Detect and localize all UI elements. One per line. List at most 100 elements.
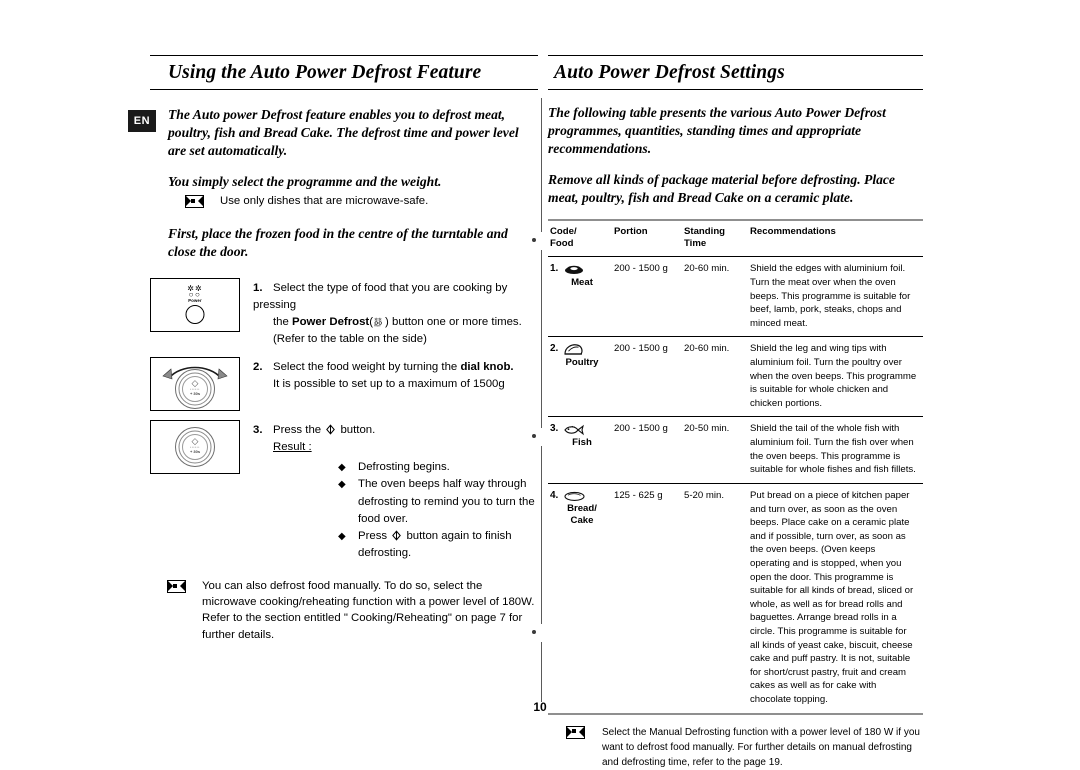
result-item-text: The oven beeps half way through defrosti… — [358, 478, 535, 525]
illustration-dial-knob-rotating: ◇ •••••• + 30s — [150, 357, 240, 412]
manual-page: EN Using the Auto Power Defrost Feature … — [0, 0, 1080, 768]
code-number: 1. — [550, 263, 559, 275]
table-row: 2. Poultry 200 - 1500 g 20-60 min. Shiel… — [548, 336, 923, 418]
right-section-heading: Auto Power Defrost Settings — [548, 55, 923, 90]
table-row: 3. Fish 200 - 1500 g 20-50 min. Shield t… — [548, 416, 923, 484]
cell-portion: 125 - 625 g — [612, 483, 682, 715]
cell-recommendation: Shield the edges with aluminium foil. Tu… — [748, 256, 923, 338]
note-microwave-safe: Use only dishes that are microwave-safe. — [150, 193, 538, 209]
left-section-heading: Using the Auto Power Defrost Feature — [150, 55, 538, 90]
step-3-result-label: Result : — [273, 441, 312, 454]
svg-text:✲✲: ✲✲ — [374, 317, 382, 322]
code-food-name-line2: Cake — [570, 515, 594, 527]
cell-portion: 200 - 1500 g — [612, 336, 682, 418]
start-button-inline-icon-2 — [392, 530, 402, 541]
step-row-1: ✲✲ ○○ Power 1. Select the type of food tha… — [150, 277, 538, 348]
step-3-line1-suffix: button. — [337, 424, 376, 437]
diamond-bullet-icon: ◆ — [338, 462, 346, 474]
diamond-bullet-icon: ◆ — [338, 530, 346, 542]
svg-text:Power: Power — [374, 324, 381, 326]
envelope-note-icon — [168, 193, 220, 209]
column-header-code-food: Code/ Food — [548, 219, 612, 258]
cell-code-meat: 1. Meat — [548, 256, 612, 338]
diamond-bullet-icon: ◆ — [338, 479, 346, 491]
code-food-name-line1: Bread/ — [567, 503, 597, 515]
step-3-results-list: ◆ Defrosting begins. ◆ The oven beeps half… — [338, 459, 538, 562]
right-intro-paragraph-2: Remove all kinds of package material bef… — [548, 172, 895, 206]
dial-knob-start-icon: ◇ •••••• + 30s — [175, 427, 215, 468]
bread-icon — [564, 491, 585, 501]
code-number: 3. — [550, 423, 559, 435]
table-header-row: Code/ Food Portion Standing Time Recomme… — [548, 219, 923, 258]
start-button-inline-icon — [326, 424, 336, 435]
cell-recommendation: Shield the leg and wing tips with alumin… — [748, 336, 923, 418]
envelope-note-icon-3 — [548, 725, 602, 739]
table-row: 4. Bread/ Cake 125 - 625 g 5-20 min. Put… — [548, 483, 923, 715]
column-header-portion: Portion — [612, 219, 682, 258]
right-intro-paragraph-1: The following table presents the various… — [548, 105, 886, 157]
header-code-line2: Food — [550, 238, 574, 250]
cell-code-poultry: 2. Poultry — [548, 336, 612, 418]
code-number: 4. — [550, 489, 559, 501]
table-row: 1. Meat 200 - 1500 g 20-60 min. Shield t… — [548, 256, 923, 338]
header-standing-line2: Time — [684, 238, 707, 250]
illustration-dial-start-button: ◇ •••••• + 30s — [150, 420, 240, 475]
page-number: 10 — [533, 700, 547, 714]
power-defrost-bold: Power Defrost — [292, 315, 370, 328]
header-code-line1: Code/ — [550, 226, 577, 238]
power-dots-icon: ✲✲ ○○ — [187, 283, 203, 299]
step-2-number: 2. — [253, 361, 263, 374]
envelope-note-icon-2 — [150, 578, 202, 593]
dial-knob-icon: ◇ •••••• + 30s — [175, 369, 215, 410]
code-top-poultry: 2. — [550, 342, 606, 356]
meat-icon — [565, 266, 584, 275]
power-button-glyph: ✲✲ ○○ Power — [187, 283, 203, 303]
code-top-meat: 1. — [550, 262, 606, 276]
code-food-name: Poultry — [565, 356, 599, 368]
cell-portion: 200 - 1500 g — [612, 416, 682, 484]
note-microwave-safe-text: Use only dishes that are microwave-safe. — [220, 195, 429, 208]
step-1-line1: Select the type of food that you are coo… — [253, 281, 508, 311]
dial-inner-face-2: ◇ •••••• + 30s — [184, 436, 206, 458]
code-top-fish: 3. — [550, 422, 606, 436]
center-divider — [532, 98, 543, 702]
power-label: Power — [188, 297, 202, 303]
power-defrost-inline-icon: ✲✲ Power — [374, 317, 382, 327]
cell-code-fish: 3. Fish — [548, 416, 612, 484]
step-2-line1-prefix: Select the food weight by turning the — [273, 361, 461, 374]
cell-code-bread-cake: 4. Bread/ Cake — [548, 483, 612, 715]
step-1-line2-suffix: button one or more times. — [388, 315, 522, 328]
left-intro-paragraph-1: The Auto power Defrost feature enables y… — [168, 107, 519, 159]
result-item: ◆ Press button again to finish defrosting… — [338, 528, 538, 562]
poultry-icon — [564, 344, 583, 355]
step-2-line2: It is possible to set up to a maximum of… — [273, 378, 505, 391]
code-food-name: Fish — [572, 436, 592, 448]
result-item-text-3: Press button again to finish defrosting. — [358, 529, 512, 559]
dial-30s-label: + 30s — [189, 391, 201, 397]
dial-knob-bold: dial knob. — [460, 361, 514, 374]
left-intro-paragraph-2: You simply select the programme and the … — [168, 174, 442, 190]
dial-30s-label-2: + 30s — [189, 449, 201, 455]
step-1-line2: the Power Defrost(✲✲ Power) button one or… — [273, 315, 522, 328]
fish-icon — [564, 424, 585, 435]
code-number: 2. — [550, 343, 559, 355]
table-header: Code/ Food Portion Standing Time Recomme… — [548, 219, 923, 258]
column-header-recommendations: Recommendations — [748, 219, 923, 258]
column-header-standing-time: Standing Time — [682, 219, 748, 258]
step-1-text: 1. Select the type of food that you are c… — [253, 278, 538, 348]
step-3-number: 3. — [253, 424, 263, 437]
result-item: ◆ Defrosting begins. — [338, 459, 538, 476]
illustration-power-defrost-panel: ✲✲ ○○ Power — [150, 277, 240, 332]
code-top-bread: 4. — [550, 489, 606, 503]
step-3-line1-prefix: Press the — [273, 424, 325, 437]
left-column: Using the Auto Power Defrost Feature The… — [150, 55, 538, 643]
cell-standing-time: 20-50 min. — [682, 416, 748, 484]
cell-standing-time: 20-60 min. — [682, 256, 748, 338]
table-body: 1. Meat 200 - 1500 g 20-60 min. Shield t… — [548, 256, 923, 715]
header-standing-line1: Standing — [684, 226, 726, 238]
left-intro-paragraph-3: First, place the frozen food in the cent… — [168, 225, 508, 259]
note-manual-defrost-text: You can also defrost food manually. To d… — [202, 579, 535, 641]
step-2-text: 2. Select the food weight by turning the … — [253, 357, 538, 393]
cell-recommendation: Put bread on a piece of kitchen paper an… — [748, 483, 923, 715]
step-row-3: ◇ •••••• + 30s 3. Press the button. Resul… — [150, 420, 538, 562]
